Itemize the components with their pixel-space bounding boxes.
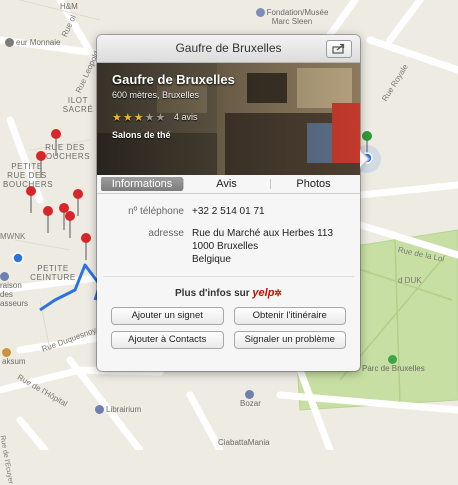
address-value[interactable]: Rue du Marché aux Herbes 113 1000 Bruxel…: [192, 227, 360, 266]
map-partial-label: MWNK: [0, 232, 26, 241]
poi-hm: H&M: [60, 2, 78, 11]
district-ilot-sacre: ILOT SACRÉ: [62, 96, 94, 114]
map-pin-red[interactable]: [64, 210, 76, 238]
tab-informations[interactable]: Informations: [101, 177, 183, 191]
poi-librairium: Librairium: [95, 405, 141, 415]
info-panel: nº téléphone +32 2 514 01 71 adresse Rue…: [97, 194, 360, 349]
map-pin-red[interactable]: [35, 150, 47, 178]
phone-label: nº téléphone: [128, 206, 184, 217]
report-problem-button[interactable]: Signaler un problème: [233, 331, 346, 349]
map-pin-red[interactable]: [42, 205, 54, 233]
place-photo[interactable]: Gaufre de Bruxelles 600 mètres, Bruxelle…: [97, 63, 360, 175]
map-pin-red[interactable]: [80, 232, 92, 260]
popover-title: Gaufre de Bruxelles: [175, 41, 282, 55]
address-row: adresse Rue du Marché aux Herbes 113 100…: [97, 227, 360, 266]
map-pin-red[interactable]: [25, 185, 37, 213]
tab-avis[interactable]: Avis: [183, 175, 270, 193]
share-button[interactable]: [326, 40, 352, 58]
poi-ciabattamania: CiabattaMania: [218, 438, 270, 447]
tab-photos[interactable]: Photos: [270, 175, 357, 193]
popover-tabs: Informations Avis Photos: [97, 175, 360, 194]
share-icon: [332, 43, 345, 54]
poi-maison-des-brasseurs: raison des asseurs: [0, 272, 32, 308]
popover-arrow: [359, 149, 370, 169]
district-petite-ceinture: PETITE CEINTURE: [30, 264, 76, 282]
address-line: Belgique: [192, 254, 231, 265]
add-bookmark-button[interactable]: Ajouter un signet: [111, 307, 224, 325]
place-name: Gaufre de Bruxelles: [112, 72, 235, 87]
more-info-text: Plus d'infos sur: [175, 288, 250, 299]
place-popover: Gaufre de Bruxelles Gaufre de Bruxelles …: [97, 35, 370, 371]
route-start-icon: [12, 252, 24, 264]
address-label: adresse: [148, 228, 184, 239]
phone-value[interactable]: +32 2 514 01 71: [192, 205, 360, 218]
yelp-logo: yelp: [252, 287, 275, 299]
map-partial-label: d DUK: [398, 276, 422, 285]
yelp-burst-icon: ✲: [274, 288, 282, 298]
add-to-contacts-button[interactable]: Ajouter à Contacts: [111, 331, 224, 349]
yelp-link[interactable]: Plus d'infos sur yelp✲: [97, 287, 360, 299]
poi-monnaie: eur Monnaie: [5, 38, 60, 48]
get-directions-button[interactable]: Obtenir l'itinéraire: [233, 307, 346, 325]
district-rue-des-bouchers: RUE DES BOUCHERS: [40, 143, 91, 161]
poi-bozar: Bozar: [240, 390, 261, 408]
address-line: Rue du Marché aux Herbes 113: [192, 228, 334, 239]
popover-title-bar: Gaufre de Bruxelles: [97, 35, 360, 63]
map-pin-red[interactable]: [50, 128, 62, 156]
poi-marc-sleen: Fondation/Musée Marc Sleen: [252, 8, 332, 26]
review-count: 4 avis: [174, 112, 198, 122]
place-category: Salons de thé: [112, 130, 171, 140]
rating-stars-icon: ★★★★★: [112, 112, 167, 124]
address-line: 1000 Bruxelles: [192, 241, 259, 252]
poi-aksum: aksum: [2, 348, 26, 366]
divider: [103, 276, 354, 277]
action-buttons: Ajouter un signet Obtenir l'itinéraire A…: [97, 299, 360, 349]
place-distance: 600 mètres, Bruxelles: [112, 90, 200, 100]
phone-row: nº téléphone +32 2 514 01 71: [97, 205, 360, 218]
poi-parc-de-bruxelles: Parc de Bruxelles: [362, 355, 425, 373]
